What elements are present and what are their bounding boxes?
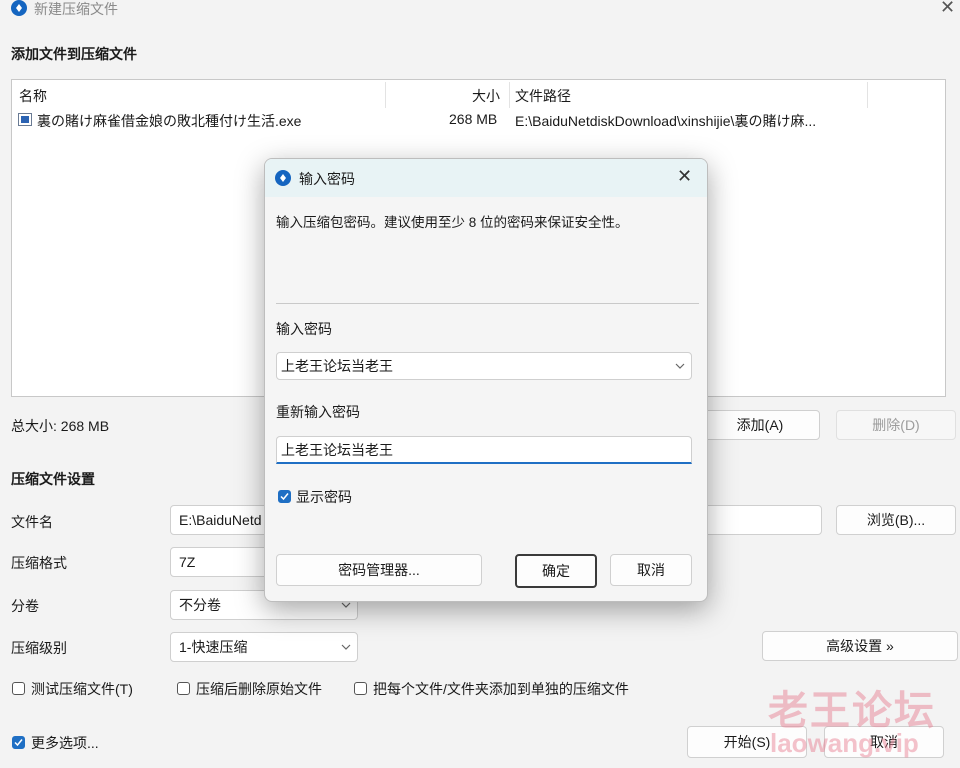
dialog-description: 输入压缩包密码。建议使用至少 8 位的密码来保证安全性。: [276, 215, 629, 230]
chevron-down-icon: [341, 644, 351, 650]
show-password-label[interactable]: 显示密码: [296, 487, 352, 507]
window-title: 新建压缩文件: [34, 1, 118, 17]
level-select[interactable]: 1-快速压缩: [170, 632, 358, 662]
confirm-password-label: 重新输入密码: [276, 404, 360, 420]
format-value: 7Z: [179, 554, 196, 570]
password-label: 输入密码: [276, 321, 332, 337]
dialog-cancel-button[interactable]: 取消: [610, 554, 692, 586]
window-close-icon[interactable]: ✕: [940, 0, 955, 18]
format-label: 压缩格式: [11, 555, 67, 571]
dialog-ok-button[interactable]: 确定: [515, 554, 597, 588]
test-archive-label[interactable]: 测试压缩文件(T): [31, 679, 133, 699]
password-dialog[interactable]: 输入密码 ✕ 输入压缩包密码。建议使用至少 8 位的密码来保证安全性。 输入密码…: [264, 158, 708, 602]
show-password-checkbox[interactable]: [278, 490, 291, 503]
column-header-size[interactable]: 大小: [472, 86, 500, 106]
add-button[interactable]: 添加(A): [700, 410, 820, 440]
chevron-down-icon[interactable]: [675, 363, 685, 369]
checkmark-icon: [14, 739, 23, 747]
dialog-divider: [276, 303, 699, 304]
dialog-close-icon[interactable]: ✕: [677, 166, 692, 187]
file-name-cell: 裏の賭け麻雀借金娘の敗北種付け生活.exe: [37, 113, 302, 129]
test-archive-checkbox[interactable]: [12, 682, 25, 695]
dialog-titlebar[interactable]: 输入密码 ✕: [265, 159, 707, 197]
delete-after-checkbox[interactable]: [177, 682, 190, 695]
watermark-url: laowang.vip: [770, 728, 919, 758]
level-value: 1-快速压缩: [179, 639, 248, 655]
advanced-settings-button[interactable]: 高级设置 »: [762, 631, 958, 661]
level-label: 压缩级别: [11, 640, 67, 656]
column-separator[interactable]: [867, 82, 868, 108]
column-header-path[interactable]: 文件路径: [515, 86, 571, 106]
filename-value: E:\BaiduNetd: [179, 512, 262, 528]
browse-button[interactable]: 浏览(B)...: [836, 505, 956, 535]
column-separator[interactable]: [385, 82, 386, 108]
settings-section-title: 压缩文件设置: [11, 471, 95, 487]
split-value: 不分卷: [179, 597, 221, 613]
more-options-checkbox[interactable]: [12, 736, 25, 749]
files-section-title: 添加文件到压缩文件: [11, 46, 137, 62]
checkmark-icon: [280, 493, 289, 501]
filename-label: 文件名: [11, 514, 53, 530]
exe-file-icon: [18, 113, 32, 126]
total-size-label: 总大小: 268 MB: [11, 418, 110, 434]
password-input[interactable]: 上老王论坛当老王: [276, 352, 692, 380]
table-row[interactable]: 裏の賭け麻雀借金娘の敗北種付け生活.exe 268 MB E:\BaiduNet…: [12, 109, 945, 131]
delete-after-label[interactable]: 压缩后删除原始文件: [196, 679, 322, 699]
column-header-name[interactable]: 名称: [19, 86, 47, 106]
more-options-label[interactable]: 更多选项...: [31, 733, 99, 753]
app-logo-icon: [11, 0, 27, 16]
confirm-password-value: 上老王论坛当老王: [281, 441, 393, 458]
separate-archives-checkbox[interactable]: [354, 682, 367, 695]
column-separator[interactable]: [509, 82, 510, 108]
app-logo-icon: [275, 170, 291, 186]
confirm-password-input[interactable]: 上老王论坛当老王: [276, 436, 692, 464]
delete-button[interactable]: 删除(D): [836, 410, 956, 440]
file-size-cell: 268 MB: [449, 111, 498, 127]
password-value: 上老王论坛当老王: [281, 358, 393, 374]
split-label: 分卷: [11, 598, 39, 614]
separate-archives-label[interactable]: 把每个文件/文件夹添加到单独的压缩文件: [373, 679, 629, 699]
password-manager-button[interactable]: 密码管理器...: [276, 554, 482, 586]
dialog-title: 输入密码: [299, 171, 355, 187]
file-path-cell: E:\BaiduNetdiskDownload\xinshijie\裏の賭け麻.…: [515, 113, 817, 129]
chevron-down-icon: [341, 602, 351, 608]
